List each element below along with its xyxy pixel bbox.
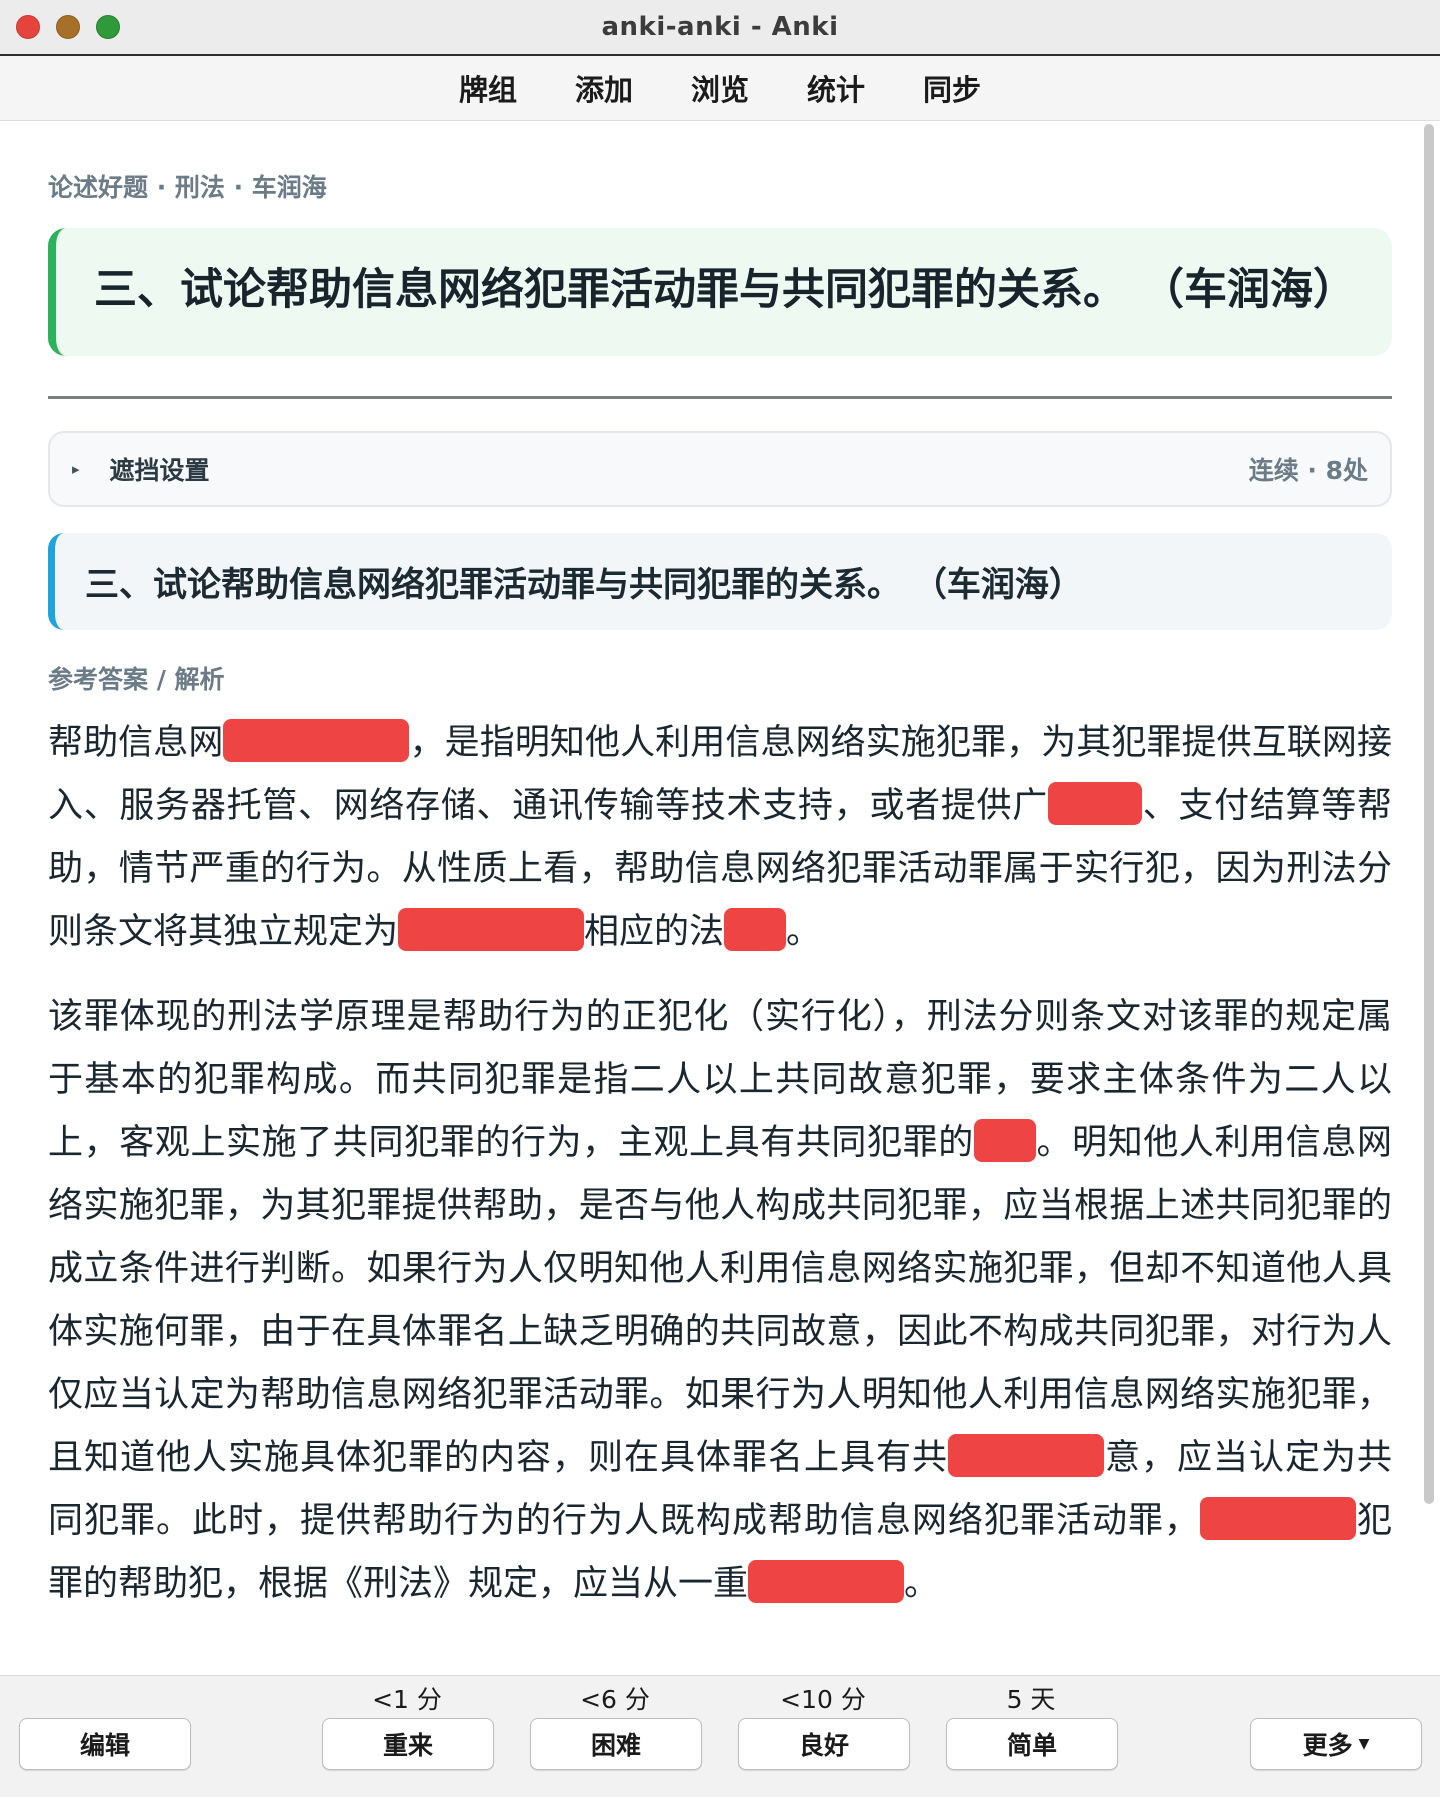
window-title: anki-anki - Anki	[601, 12, 839, 42]
question-repeat-box: 三、试论帮助信息网络犯罪活动罪与共同犯罪的关系。 （车润海）	[48, 533, 1392, 630]
hard-button[interactable]: 困难	[530, 1718, 702, 1770]
zoom-icon[interactable]	[96, 15, 120, 39]
window-controls	[16, 15, 120, 39]
answer-label: 参考答案 / 解析	[48, 665, 225, 694]
question-text: 三、试论帮助信息网络犯罪活动罪与共同犯罪的关系。 （车润海）	[94, 265, 1356, 315]
breadcrumb: 论述好题 · 刑法 · 车润海	[48, 173, 327, 202]
good-button[interactable]: 良好	[738, 1718, 910, 1770]
card-content: 论述好题 · 刑法 · 车润海 三、试论帮助信息网络犯罪活动罪与共同犯罪的关系。…	[48, 168, 1392, 1616]
top-toolbar: 牌组 添加 浏览 统计 同步	[0, 56, 1440, 121]
scrollbar[interactable]	[1424, 124, 1434, 1504]
easy-button[interactable]: 简单	[946, 1718, 1118, 1770]
edit-button[interactable]: 编辑	[19, 1718, 191, 1770]
disclosure-triangle-icon: ▸	[72, 460, 80, 478]
cloze-mask[interactable]	[223, 718, 410, 762]
cloze-mask[interactable]	[1199, 1496, 1356, 1540]
menu-decks[interactable]: 牌组	[459, 67, 517, 109]
more-label: 更多	[1302, 1731, 1353, 1760]
more-button[interactable]: 更多 ▼	[1250, 1718, 1422, 1770]
menu-sync[interactable]: 同步	[923, 67, 981, 109]
minimize-icon[interactable]	[56, 15, 80, 39]
mask-settings-label: 遮挡设置	[109, 456, 210, 485]
answer-text: 帮助信息网	[48, 723, 224, 763]
answer-divider	[48, 396, 1392, 399]
easy-interval: 5 天	[1006, 1685, 1056, 1714]
chevron-down-icon: ▼	[1358, 1736, 1370, 1752]
cloze-mask[interactable]	[724, 907, 787, 951]
cloze-mask[interactable]	[398, 907, 585, 951]
hard-interval: <6 分	[580, 1685, 650, 1714]
answer-paragraph-1: 帮助信息网 ，是指明知他人利用信息网络实施犯罪，为其犯罪提供互联网接入、服务器托管…	[48, 712, 1392, 964]
good-interval: <10 分	[780, 1685, 866, 1714]
answer-text: 。	[786, 912, 822, 952]
answer-text: 。明知他人利用信息网络实施犯罪，为其犯罪提供帮助，是否与他人构成共同犯罪，应当根…	[48, 1123, 1392, 1478]
answer-text: 相应的法	[584, 912, 725, 952]
cloze-mask[interactable]	[748, 1559, 905, 1603]
menu-stats[interactable]: 统计	[807, 67, 865, 109]
menu-add[interactable]: 添加	[575, 67, 633, 109]
question-box: 三、试论帮助信息网络犯罪活动罪与共同犯罪的关系。 （车润海）	[48, 228, 1392, 356]
mask-settings-meta: 连续 · 8处	[1248, 456, 1368, 485]
cloze-mask[interactable]	[947, 1433, 1104, 1477]
close-icon[interactable]	[16, 15, 40, 39]
answer-text: 。	[904, 1564, 940, 1604]
mask-settings-toggle[interactable]: ▸ 遮挡设置 连续 · 8处	[48, 431, 1392, 507]
menu-browse[interactable]: 浏览	[691, 67, 749, 109]
cloze-mask[interactable]	[1047, 781, 1142, 825]
answer-paragraph-2: 该罪体现的刑法学原理是帮助行为的正犯化（实行化），刑法分则条文对该罪的规定属于基…	[48, 986, 1392, 1616]
title-bar: anki-anki - Anki	[0, 0, 1440, 56]
again-button[interactable]: 重来	[322, 1718, 494, 1770]
answer-bar: 编辑 <1 分 重来 <6 分 困难 <10 分 良好 5 天 简单 更多 ▼	[0, 1675, 1440, 1797]
question-repeat-text: 三、试论帮助信息网络犯罪活动罪与共同犯罪的关系。 （车润海）	[85, 565, 1083, 605]
again-interval: <1 分	[372, 1685, 442, 1714]
cloze-mask[interactable]	[973, 1118, 1036, 1162]
